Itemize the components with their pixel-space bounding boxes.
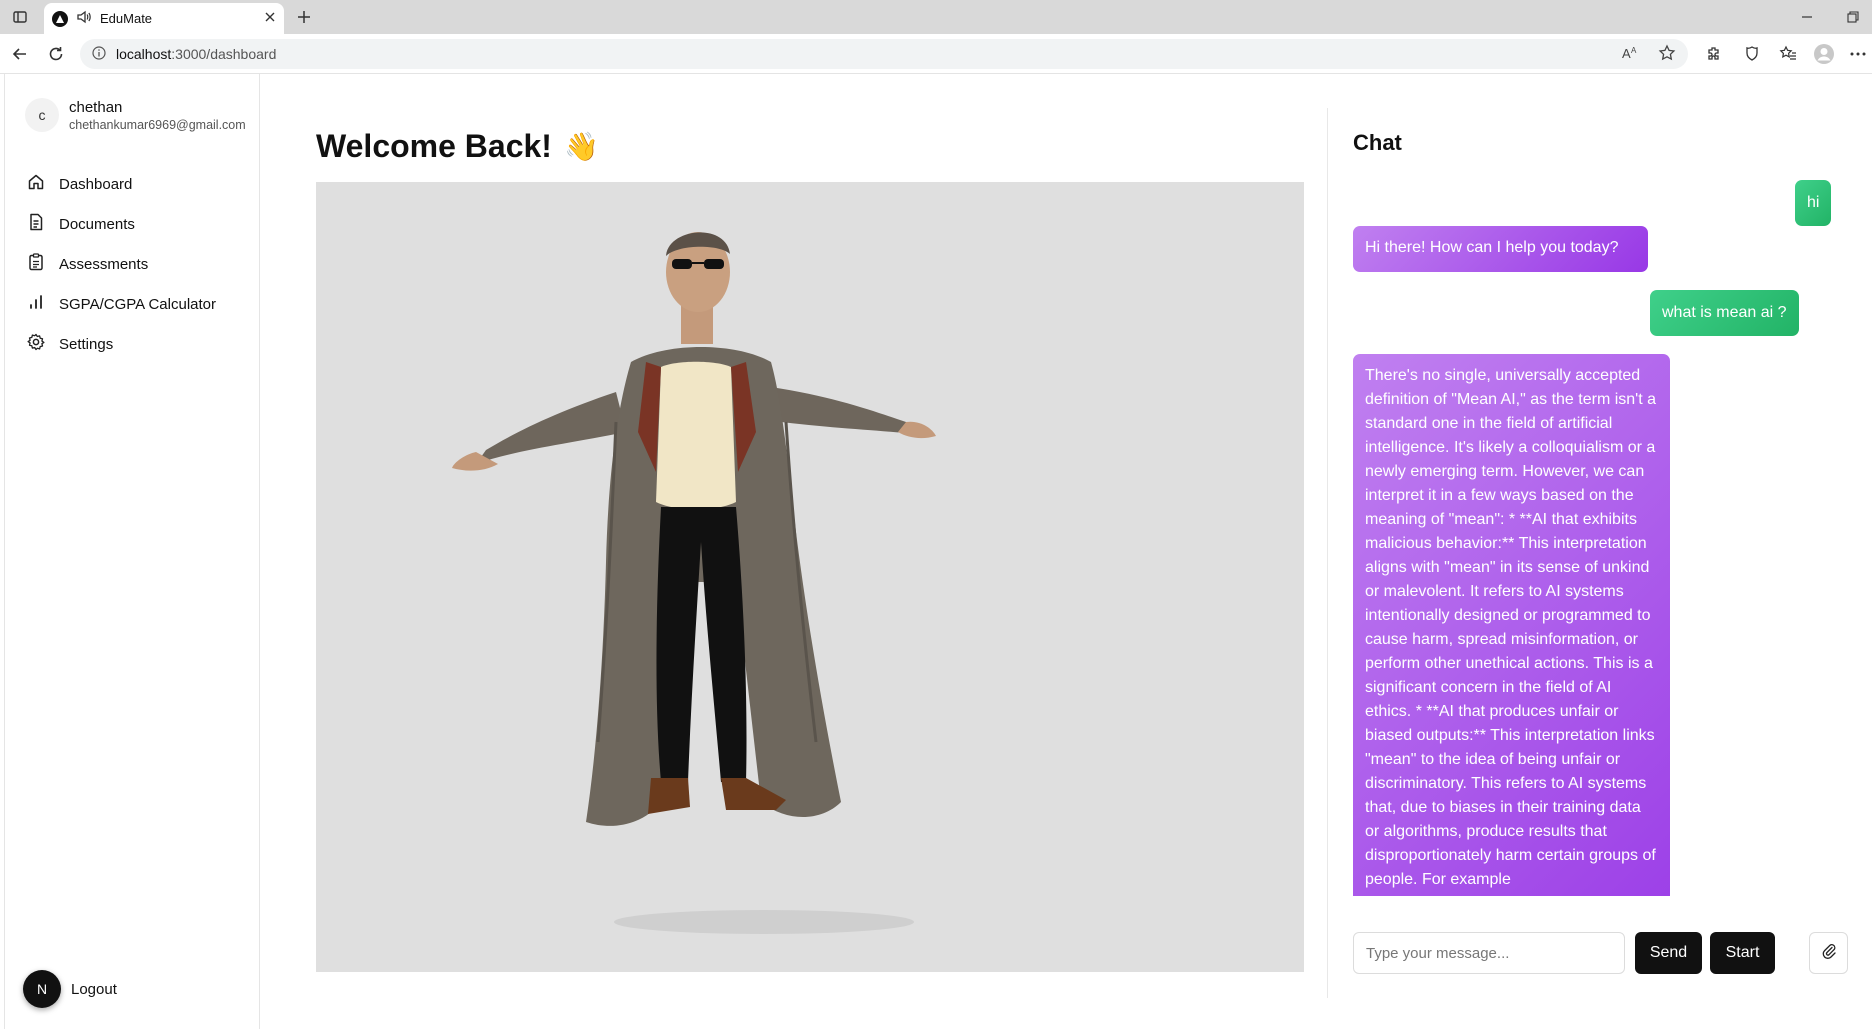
favorites-icon[interactable] [1774,40,1802,68]
start-button[interactable]: Start [1710,932,1775,974]
welcome-title: Welcome Back! [316,128,552,164]
user-email: chethankumar6969@gmail.com [69,117,246,132]
gear-icon [27,333,45,355]
waving-hand-emoji: 👋 [563,131,599,162]
browser-titlebar: EduMate [0,0,1872,34]
reload-icon[interactable] [42,40,70,68]
send-button[interactable]: Send [1635,932,1702,974]
new-tab-icon[interactable] [290,3,318,31]
chat-message-user: what is mean ai ? [1650,290,1799,336]
restore-icon[interactable] [1830,0,1872,34]
extensions-icon[interactable] [1700,40,1728,68]
sidebar-item-assessments[interactable]: Assessments [21,244,253,284]
more-options-icon[interactable] [1844,40,1872,68]
sidebar-item-label: Dashboard [59,175,133,193]
chat-message-user: hi [1795,180,1832,226]
attach-button[interactable] [1809,932,1848,974]
tab-title: EduMate [100,11,153,26]
sidebar-item-label: SGPA/CGPA Calculator [59,295,217,313]
document-icon [27,213,45,235]
chat-composer: Send Start [1353,932,1848,974]
sidebar-item-label: Documents [59,215,135,233]
logout-badge: N [23,970,61,1008]
character-model-image [452,232,936,934]
chat-panel: Chat hi Hi there! How can I help you tod… [1327,108,1872,998]
home-icon [27,173,45,195]
sidebar-item-documents[interactable]: Documents [21,204,253,244]
sidebar-item-label: Settings [59,335,114,353]
profile-avatar-icon[interactable] [1810,40,1838,68]
logout-label: Logout [71,980,117,998]
avatar-3d-viewer[interactable] [316,182,1304,972]
chat-messages[interactable]: hi Hi there! How can I help you today? w… [1353,170,1833,896]
user-name: chethan [69,98,123,116]
sidebar-item-label: Assessments [59,255,149,273]
svg-text:A: A [1622,46,1631,61]
sidebar: c chethan chethankumar6969@gmail.com Das… [4,74,260,1029]
sidebar-item-dashboard[interactable]: Dashboard [21,164,253,204]
sidebar-item-sgpa-cgpa-calculator[interactable]: SGPA/CGPA Calculator [21,284,253,324]
read-aloud-icon[interactable]: AA [1622,45,1640,64]
avatar: c [25,98,59,132]
chat-message-bot: There's no single, universally accepted … [1353,354,1670,896]
svg-text:A: A [1631,46,1637,55]
page-title: Welcome Back! 👋 [316,128,599,165]
chat-message-bot: Hi there! How can I help you today? [1353,226,1648,272]
sidebar-item-settings[interactable]: Settings [21,324,253,364]
url-host: localhost [116,46,172,62]
app-favicon-icon [52,10,68,27]
speaker-icon[interactable] [76,9,92,28]
browser-essentials-icon[interactable] [1738,40,1766,68]
site-info-icon[interactable] [92,45,106,63]
address-bar: localhost:3000/dashboard AA [0,34,1872,74]
minimize-icon[interactable] [1784,0,1830,34]
tab-actions-icon[interactable] [6,0,34,34]
url-field[interactable]: localhost:3000/dashboard AA [80,39,1688,69]
clipboard-icon [27,253,45,275]
url-path: :3000/dashboard [171,46,277,62]
favorite-star-icon[interactable] [1658,43,1676,65]
message-input[interactable] [1353,932,1625,974]
browser-tab[interactable]: EduMate [44,3,284,34]
back-icon[interactable] [6,40,34,68]
tab-close-icon[interactable] [264,11,276,26]
user-profile: c chethan chethankumar6969@gmail.com [25,98,246,132]
bar-chart-icon [27,293,45,315]
logout-button[interactable]: N Logout [23,970,117,1008]
main-content: Welcome Back! 👋 [261,74,1327,1029]
paperclip-icon [1821,943,1837,964]
sidebar-nav: Dashboard Documents Assessments SGPA/CGP… [21,164,253,364]
chat-title: Chat [1353,130,1402,155]
app-root: c chethan chethankumar6969@gmail.com Das… [0,74,1872,1029]
